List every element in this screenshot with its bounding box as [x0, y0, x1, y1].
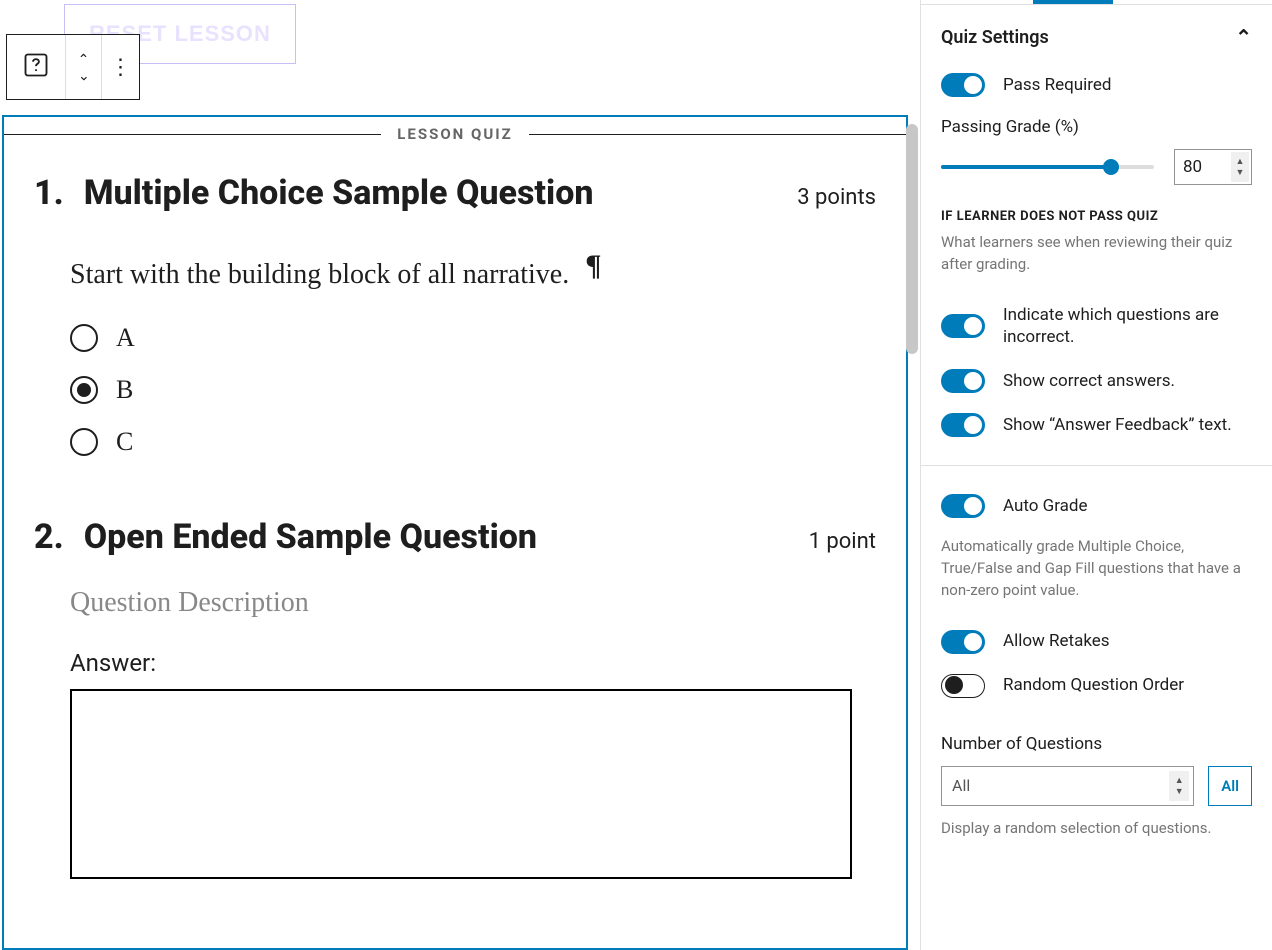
question-number: 1. [34, 173, 64, 213]
radio-icon[interactable] [70, 324, 98, 352]
toggle-label: Indicate which questions are incorrect. [1003, 304, 1252, 350]
chevron-down-icon: ⌃ [78, 67, 90, 81]
toggle-label: Show correct answers. [1003, 370, 1252, 393]
question-item[interactable]: 1. Multiple Choice Sample Question 3 poi… [4, 143, 906, 467]
toggle-show-correct[interactable] [941, 369, 985, 393]
passing-grade-value: 80 [1183, 157, 1202, 177]
quiz-block-header: LESSON QUIZ [4, 117, 906, 143]
question-description-text: Start with the building block of all nar… [70, 259, 569, 291]
num-questions-value: All [952, 776, 970, 795]
block-move-buttons[interactable]: ⌃ ⌃ [65, 35, 101, 99]
question-points[interactable]: 3 points [797, 185, 876, 210]
question-options: A B C [70, 323, 876, 457]
editor-scrollbar[interactable] [906, 124, 918, 354]
num-questions-help: Display a random selection of questions. [941, 818, 1252, 840]
question-item[interactable]: 2. Open Ended Sample Question 1 point Qu… [4, 467, 906, 889]
toggle-label: Show “Answer Feedback” text. [1003, 414, 1252, 437]
quiz-section-label: LESSON QUIZ [397, 125, 512, 143]
question-points[interactable]: 1 point [809, 529, 876, 554]
radio-icon[interactable] [70, 376, 98, 404]
auto-grade-help: Automatically grade Multiple Choice, Tru… [941, 536, 1252, 601]
passing-grade-label: Passing Grade (%) [941, 107, 1252, 149]
toggle-pass-required[interactable] [941, 73, 985, 97]
option-row[interactable]: A [70, 323, 876, 353]
question-description-placeholder[interactable]: Question Description [70, 587, 876, 619]
pilcrow-icon: ¶ [585, 249, 601, 283]
question-block-icon [22, 51, 50, 83]
toggle-label: Pass Required [1003, 74, 1252, 97]
block-toolbar: ⌃ ⌃ ⋮ [6, 34, 140, 100]
panel-title: Quiz Settings [941, 27, 1049, 48]
block-type-button[interactable] [7, 35, 65, 99]
chevron-up-icon: ⌃ [78, 53, 90, 67]
number-stepper-icon[interactable]: ▲▼ [1231, 152, 1249, 182]
num-questions-label: Number of Questions [941, 724, 1252, 766]
radio-icon[interactable] [70, 428, 98, 456]
chevron-up-icon: ⌃ [1235, 25, 1252, 49]
option-label: B [116, 375, 133, 405]
option-label: C [116, 427, 133, 457]
passing-grade-slider[interactable] [941, 165, 1154, 169]
settings-sidebar: Quiz Settings ⌃ Pass Required Passing Gr… [920, 0, 1272, 950]
option-row[interactable]: B [70, 375, 876, 405]
toggle-label: Random Question Order [1003, 674, 1252, 697]
toggle-label: Allow Retakes [1003, 630, 1252, 653]
number-stepper-icon[interactable]: ▲▼ [1169, 771, 1189, 801]
question-title[interactable]: Multiple Choice Sample Question [84, 173, 778, 213]
answer-textarea[interactable] [70, 689, 852, 879]
question-description[interactable]: Start with the building block of all nar… [70, 259, 876, 293]
panel-toggle-quiz-settings[interactable]: Quiz Settings ⌃ [921, 5, 1272, 63]
more-vertical-icon: ⋮ [110, 55, 132, 80]
num-questions-all-button[interactable]: All [1208, 766, 1252, 806]
toggle-label: Auto Grade [1003, 495, 1252, 518]
num-questions-select[interactable]: All ▲▼ [941, 766, 1194, 806]
toggle-show-feedback[interactable] [941, 413, 985, 437]
toggle-allow-retakes[interactable] [941, 630, 985, 654]
lesson-quiz-block[interactable]: LESSON QUIZ 1. Multiple Choice Sample Qu… [2, 115, 908, 950]
option-label: A [116, 323, 135, 353]
block-more-button[interactable]: ⋮ [101, 35, 139, 99]
question-title[interactable]: Open Ended Sample Question [84, 517, 789, 557]
answer-label: Answer: [70, 649, 876, 677]
toggle-indicate-incorrect[interactable] [941, 314, 985, 338]
toggle-random-order[interactable] [941, 674, 985, 698]
toggle-auto-grade[interactable] [941, 494, 985, 518]
passing-grade-input[interactable]: 80 ▲▼ [1174, 149, 1252, 185]
question-number: 2. [34, 517, 64, 557]
option-row[interactable]: C [70, 427, 876, 457]
fail-section-heading: IF LEARNER DOES NOT PASS QUIZ [941, 209, 1252, 224]
fail-section-help: What learners see when reviewing their q… [941, 232, 1252, 276]
